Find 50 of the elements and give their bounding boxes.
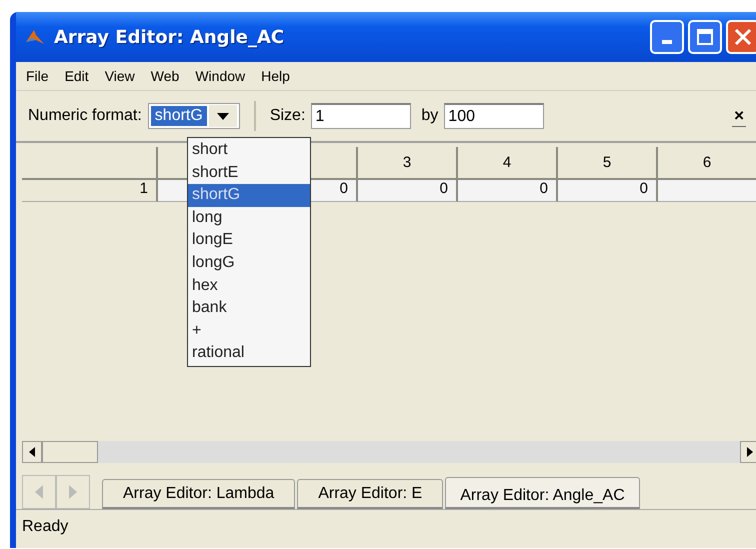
format-option[interactable]: + [188,320,310,342]
format-option[interactable]: longG [188,252,310,275]
column-header: 5 [558,147,658,180]
by-label: by [421,107,438,125]
column-header: 3 [358,147,458,180]
format-combo-box[interactable]: shortG [148,103,240,129]
right-arrow-icon [747,447,753,457]
tab[interactable]: Array Editor: Lambda [102,479,296,509]
maximize-icon [697,29,713,45]
format-option[interactable]: long [188,206,310,230]
table-cell[interactable]: 0 [458,180,558,202]
size-label: Size: [270,107,306,125]
dropdown-arrow-icon [216,112,229,120]
table-cell[interactable] [658,180,756,202]
menu-item[interactable]: Help [255,66,296,86]
scroll-right-button[interactable] [740,441,756,463]
left-arrow-icon [35,485,43,499]
format-option[interactable]: short [188,139,310,162]
window-title: Array Editor: Angle_AC [54,26,284,48]
format-option[interactable]: rational [188,342,310,365]
format-option[interactable]: longE [188,229,310,252]
minimize-icon [662,40,672,44]
tab[interactable]: Array Editor: Angle_AC [445,477,640,509]
menu-item[interactable]: Edit [58,66,95,86]
rows-field[interactable]: 1 [311,103,412,129]
scrollbar-thumb[interactable] [42,441,98,463]
close-button[interactable]: × [732,106,746,126]
column-header: 4 [458,147,558,180]
menu-item[interactable]: Web [144,66,186,86]
table-cell[interactable]: 0 [558,180,658,202]
format-label: Numeric format: [28,107,142,125]
format-option[interactable]: bank [188,297,310,320]
format-option[interactable]: shortG [188,184,310,207]
menu-item[interactable]: Window [189,66,252,86]
tab[interactable]: Array Editor: E [297,479,444,509]
scroll-left-button[interactable] [22,441,42,463]
close-button[interactable] [726,20,756,54]
right-arrow-icon [69,485,77,499]
table-cell[interactable]: 0 [358,180,458,202]
minimize-button[interactable] [650,20,684,54]
menu-item[interactable]: File [20,66,55,86]
status-text: Ready [21,517,70,537]
menu-item[interactable]: View [98,66,141,86]
format-option[interactable]: shortE [188,162,310,184]
maximize-button[interactable] [688,20,722,54]
close-icon [734,28,752,46]
left-arrow-icon [29,447,35,457]
columns-field[interactable]: 100 [444,103,544,129]
row-header: 1 [22,180,158,202]
format-option[interactable]: hex [188,274,310,298]
